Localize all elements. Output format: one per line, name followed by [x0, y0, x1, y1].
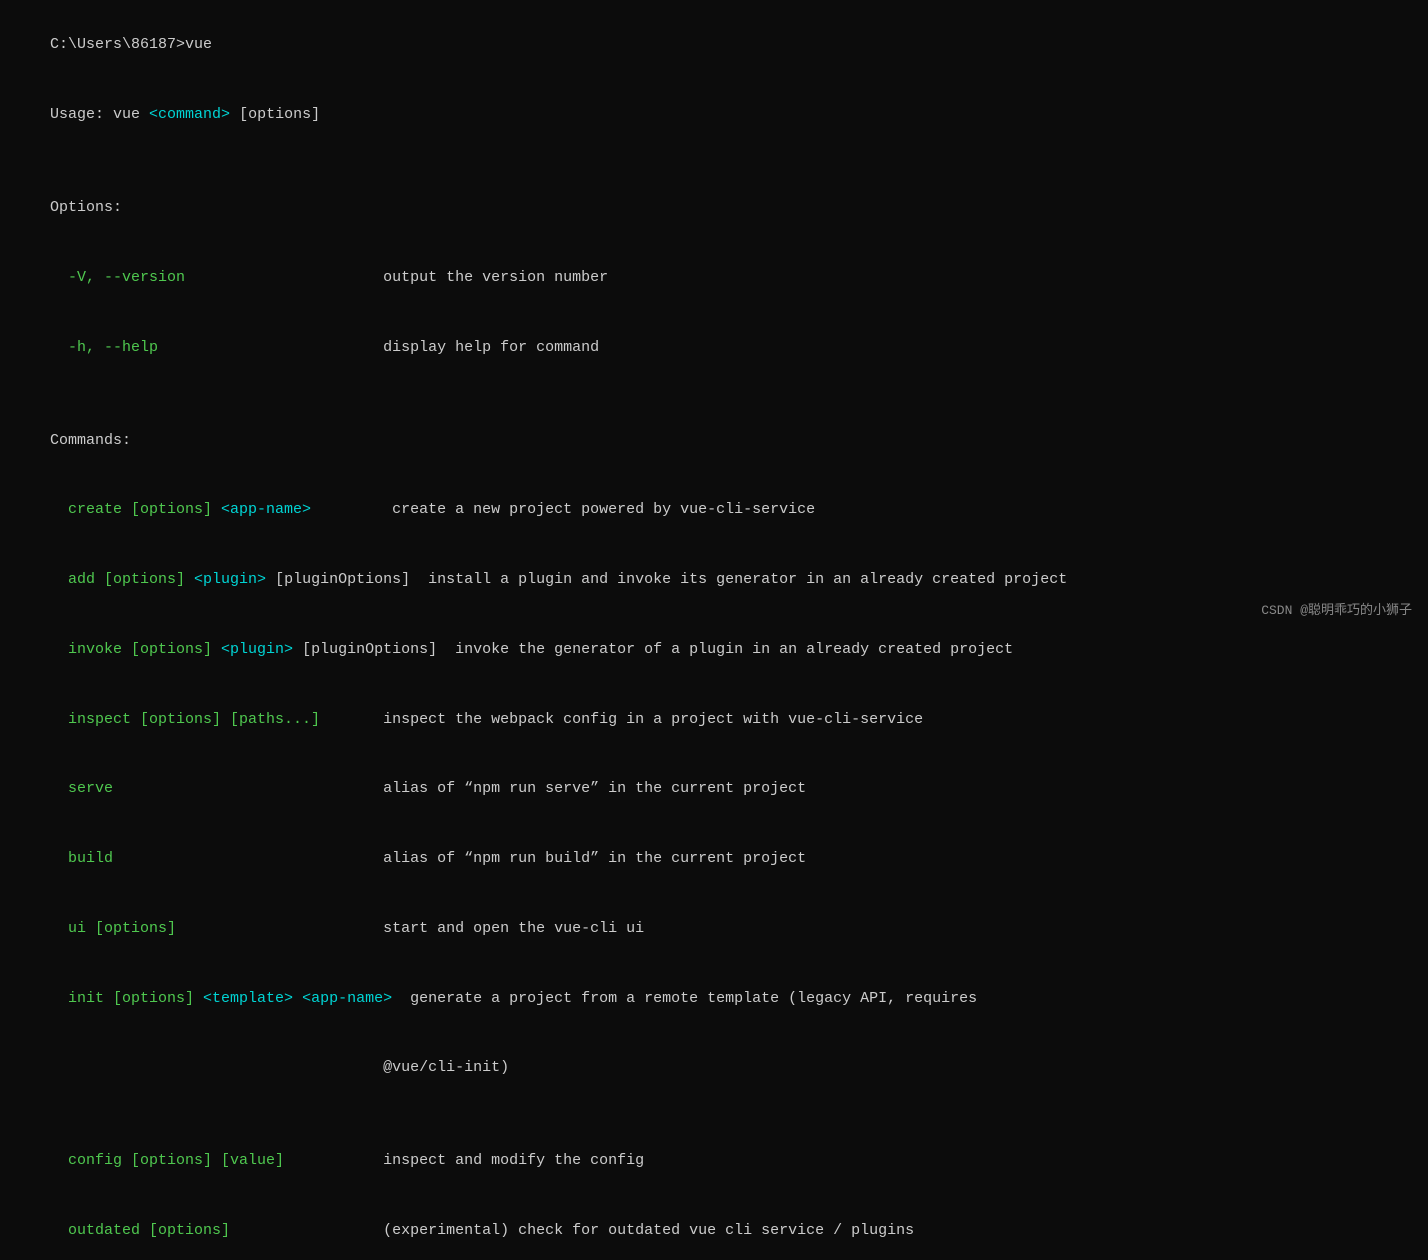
option-h-line: -h, --help display help for command — [14, 312, 1414, 382]
blank1 — [14, 150, 1414, 173]
usage-command: <command> — [149, 106, 230, 123]
watermark: CSDN @聪明乖巧的小狮子 — [1261, 599, 1412, 618]
cmd-init-line2: @vue/cli-init) — [14, 1033, 1414, 1103]
option-v-flags: -V, --version — [50, 269, 374, 286]
option-v-desc: output the version number — [374, 269, 608, 286]
terminal-window: C:\Users\86187>vue Usage: vue <command> … — [14, 10, 1414, 620]
cmd-invoke-line: invoke [options] <plugin> [pluginOptions… — [14, 615, 1414, 685]
cmd-outdated-line: outdated [options] (experimental) check … — [14, 1196, 1414, 1260]
cmd-init-line: init [options] <template> <app-name> gen… — [14, 963, 1414, 1033]
usage-options: [options] — [230, 106, 320, 123]
cmd-add-line: add [options] <plugin> [pluginOptions] i… — [14, 545, 1414, 615]
options-header: Options: — [14, 173, 1414, 243]
option-v-line: -V, --version output the version number — [14, 243, 1414, 313]
usage-line: Usage: vue <command> [options] — [14, 80, 1414, 150]
option-h-flags: -h, --help — [50, 339, 374, 356]
commands-header: Commands: — [14, 405, 1414, 475]
cmd-ui-line: ui [options] start and open the vue-cli … — [14, 894, 1414, 964]
blank2 — [14, 382, 1414, 405]
cmd-create-line: create [options] <app-name> create a new… — [14, 475, 1414, 545]
blank3 — [14, 1103, 1414, 1126]
cmd-build-line: build alias of “npm run build” in the cu… — [14, 824, 1414, 894]
prompt-text: C:\Users\86187>vue — [50, 36, 212, 53]
cmd-inspect-line: inspect [options] [paths...] inspect the… — [14, 684, 1414, 754]
cmd-config-line: config [options] [value] inspect and mod… — [14, 1126, 1414, 1196]
prompt-line: C:\Users\86187>vue — [14, 10, 1414, 80]
cmd-serve-line: serve alias of “npm run serve” in the cu… — [14, 754, 1414, 824]
option-h-desc: display help for command — [374, 339, 599, 356]
usage-prefix: Usage: vue — [50, 106, 149, 123]
